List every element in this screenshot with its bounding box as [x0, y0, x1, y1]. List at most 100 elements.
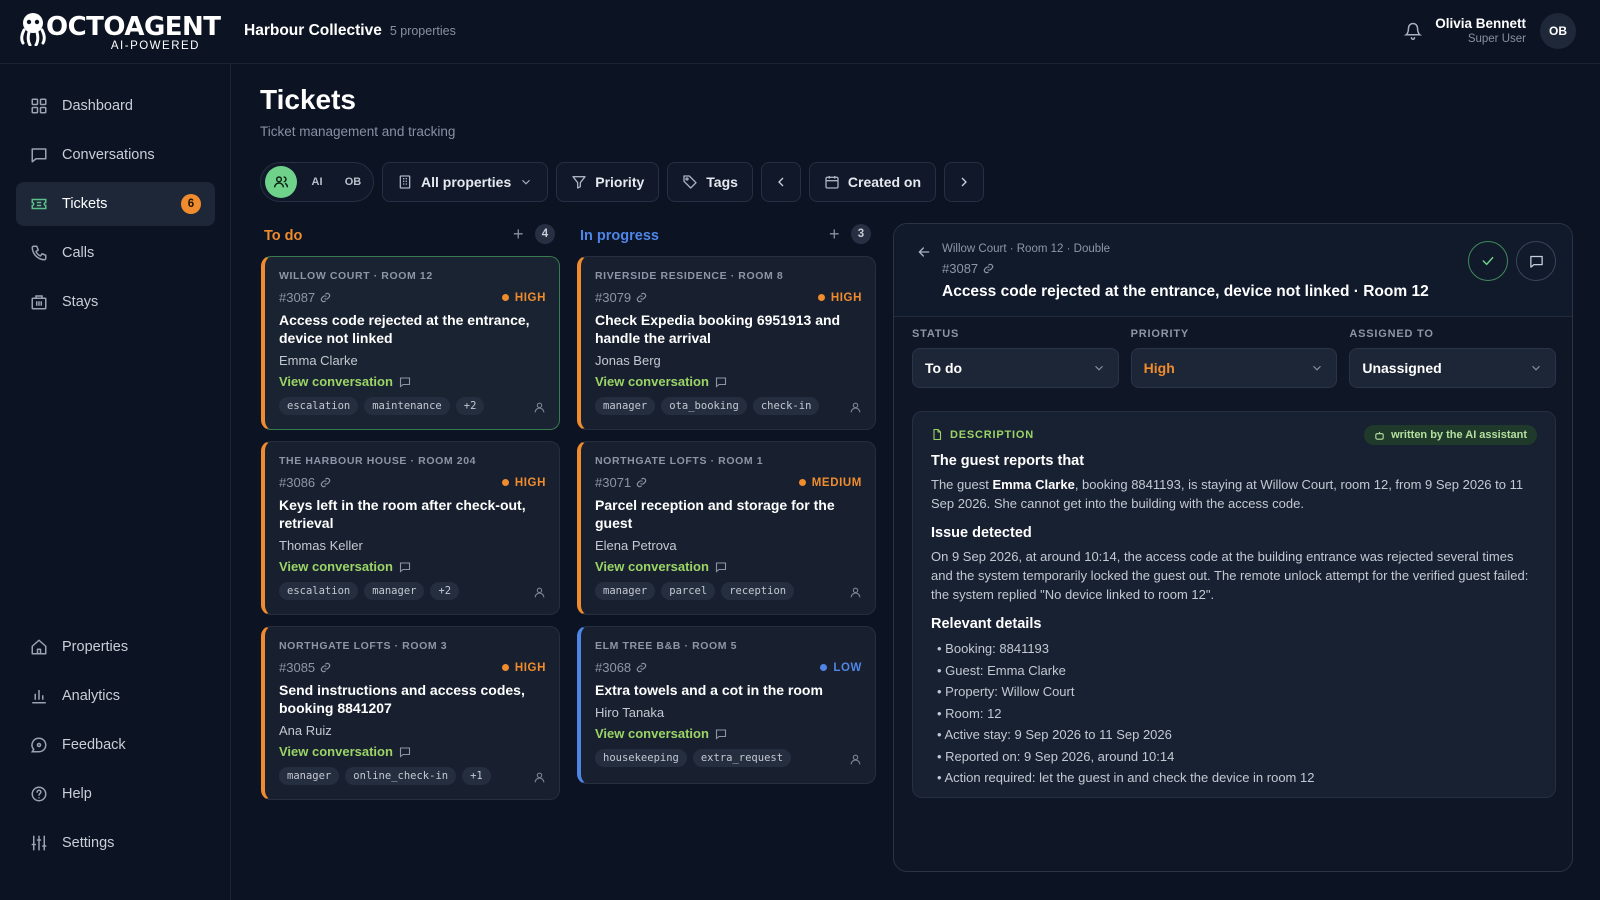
add-ticket-progress-plus-icon[interactable]: + [829, 224, 840, 245]
chevron-down-icon [522, 179, 531, 185]
ticket-card-3086[interactable]: THE HARBOUR HOUSE · ROOM 204 #3086 HIGH … [261, 441, 560, 615]
tag-chip[interactable]: extra_request [692, 749, 792, 767]
tag-chip[interactable]: maintenance [364, 397, 450, 415]
assigned-field: ASSIGNED TO Unassigned [1349, 328, 1557, 388]
tag-chip[interactable]: escalation [279, 397, 359, 415]
link-icon [636, 477, 647, 488]
description-card: DESCRIPTION written by the AI assistant … [912, 411, 1556, 798]
created-on-button[interactable]: Created on [808, 162, 937, 202]
sidebar-item-properties[interactable]: Properties [16, 625, 215, 669]
tag-chip[interactable]: ota_booking [661, 397, 747, 415]
back-arrow-icon[interactable] [916, 244, 932, 260]
description-heading-details: Relevant details [931, 616, 1042, 632]
tag-chip[interactable]: check-in [752, 397, 820, 415]
assigned-select[interactable]: Unassigned [1349, 348, 1557, 388]
priority-text: MEDIUM [811, 476, 862, 489]
chat-icon [715, 376, 726, 388]
all-assignees-button[interactable] [265, 166, 297, 198]
ticket-card-3085[interactable]: NORTHGATE LOFTS · ROOM 3 #3085 HIGH Send… [261, 626, 560, 800]
ticket-card-3079[interactable]: RIVERSIDE RESIDENCE · ROOM 8 #3079 HIGH … [577, 256, 876, 430]
tickets-count-badge: 6 [181, 194, 201, 214]
sidebar-item-tickets[interactable]: Tickets 6 [16, 182, 215, 226]
notifications-bell-icon[interactable] [1404, 22, 1422, 40]
assignee-person-icon[interactable] [849, 401, 862, 414]
user-info[interactable]: Olivia Bennett Super User [1435, 16, 1526, 45]
tag-chip[interactable]: manager [364, 582, 425, 600]
view-conversation-link[interactable]: View conversation [279, 744, 546, 759]
status-select[interactable]: To do [912, 348, 1119, 388]
ticket-title: Extra towels and a cot in the room [595, 682, 823, 698]
ticket-id[interactable]: #3071 [595, 475, 647, 490]
tags-filter-button[interactable]: Tags [667, 162, 753, 202]
view-conversation-link[interactable]: View conversation [595, 726, 862, 741]
check-icon [1482, 256, 1494, 266]
list-item: Booking: 8841193 [931, 638, 1537, 660]
org-selector[interactable]: Harbour Collective 5 properties [244, 22, 456, 40]
priority-dot [501, 479, 509, 486]
tag-chip[interactable]: parcel [661, 582, 716, 600]
ticket-id[interactable]: #3079 [595, 290, 647, 305]
view-conversation-link[interactable]: View conversation [595, 374, 862, 389]
sidebar-item-help[interactable]: Help [16, 772, 215, 816]
ticket-card-3087[interactable]: WILLOW COURT · ROOM 12 #3087 HIGH Access… [261, 256, 560, 430]
ticket-id[interactable]: #3086 [279, 475, 331, 490]
priority-text: HIGH [830, 291, 862, 304]
ticket-guest: Hiro Tanaka [595, 705, 665, 720]
sliders-icon [31, 835, 47, 851]
assignee-person-icon[interactable] [533, 771, 546, 784]
ticket-id[interactable]: #3068 [595, 660, 647, 675]
tag-chip[interactable]: manager [595, 582, 656, 600]
tag-chip[interactable]: escalation [279, 582, 359, 600]
detail-ticket-id[interactable]: #3087 [942, 261, 994, 276]
sidebar-item-feedback[interactable]: Feedback [16, 723, 215, 767]
priority-filter-button[interactable]: Priority [556, 162, 660, 202]
sidebar-item-label: Tickets [62, 196, 108, 212]
open-conversation-button[interactable] [1516, 241, 1556, 281]
view-conversation-link[interactable]: View conversation [595, 559, 862, 574]
sidebar-item-dashboard[interactable]: Dashboard [16, 84, 215, 128]
ticket-card-3071[interactable]: NORTHGATE LOFTS · ROOM 1 #3071 MEDIUM Pa… [577, 441, 876, 615]
sidebar-item-conversations[interactable]: Conversations [16, 133, 215, 177]
assignee-person-icon[interactable] [849, 586, 862, 599]
resolve-ticket-button[interactable] [1468, 241, 1508, 281]
sidebar-item-settings[interactable]: Settings [16, 821, 215, 865]
org-subtitle: 5 properties [389, 24, 456, 38]
ticket-id[interactable]: #3085 [279, 660, 331, 675]
sidebar-item-analytics[interactable]: Analytics [16, 674, 215, 718]
assignee-ai-button[interactable]: AI [301, 176, 333, 188]
list-item: Action required: let the guest in and ch… [931, 767, 1537, 789]
assignee-person-icon[interactable] [533, 401, 546, 414]
assignee-ob-button[interactable]: OB [337, 176, 369, 188]
tag-more-chip[interactable]: +2 [455, 397, 485, 415]
properties-dropdown[interactable]: All properties [382, 162, 549, 202]
priority-select[interactable]: High [1130, 348, 1338, 388]
add-ticket-todo-plus-icon[interactable]: + [513, 224, 524, 245]
ticket-card-3068[interactable]: ELM TREE B&B · ROOM 5 #3068 LOW Extra to… [577, 626, 876, 784]
tag-chip[interactable]: manager [279, 767, 340, 785]
ticket-id[interactable]: #3087 [279, 290, 331, 305]
chat-icon [31, 148, 47, 163]
previous-date-button[interactable] [760, 162, 801, 202]
sidebar-item-label: Calls [62, 245, 95, 261]
tag-more-chip[interactable]: +2 [430, 582, 460, 600]
tag-chip[interactable]: reception [721, 582, 795, 600]
tag-chip[interactable]: online_check-in [345, 767, 457, 785]
user-avatar[interactable]: OB [1540, 13, 1576, 49]
view-conversation-link[interactable]: View conversation [279, 559, 546, 574]
tag-chip[interactable]: manager [595, 397, 656, 415]
bar-chart-icon [32, 690, 46, 704]
sidebar-item-calls[interactable]: Calls [16, 231, 215, 275]
priority-badge: LOW [820, 662, 862, 674]
ticket-icon [31, 198, 47, 210]
assignee-person-icon[interactable] [849, 753, 862, 766]
sidebar-item-stays[interactable]: Stays [16, 280, 215, 324]
brand-logo[interactable]: OCTOAGENT AI-POWERED [18, 12, 221, 56]
ticket-id-text: #3079 [595, 290, 632, 305]
priority-text: HIGH [514, 661, 546, 674]
tag-chip[interactable]: housekeeping [595, 749, 687, 767]
view-conversation-link[interactable]: View conversation [279, 374, 546, 389]
tag-more-chip[interactable]: +1 [462, 767, 491, 785]
column-header-todo: To do [264, 224, 302, 248]
assignee-person-icon[interactable] [533, 586, 546, 599]
next-date-button[interactable] [944, 162, 985, 202]
